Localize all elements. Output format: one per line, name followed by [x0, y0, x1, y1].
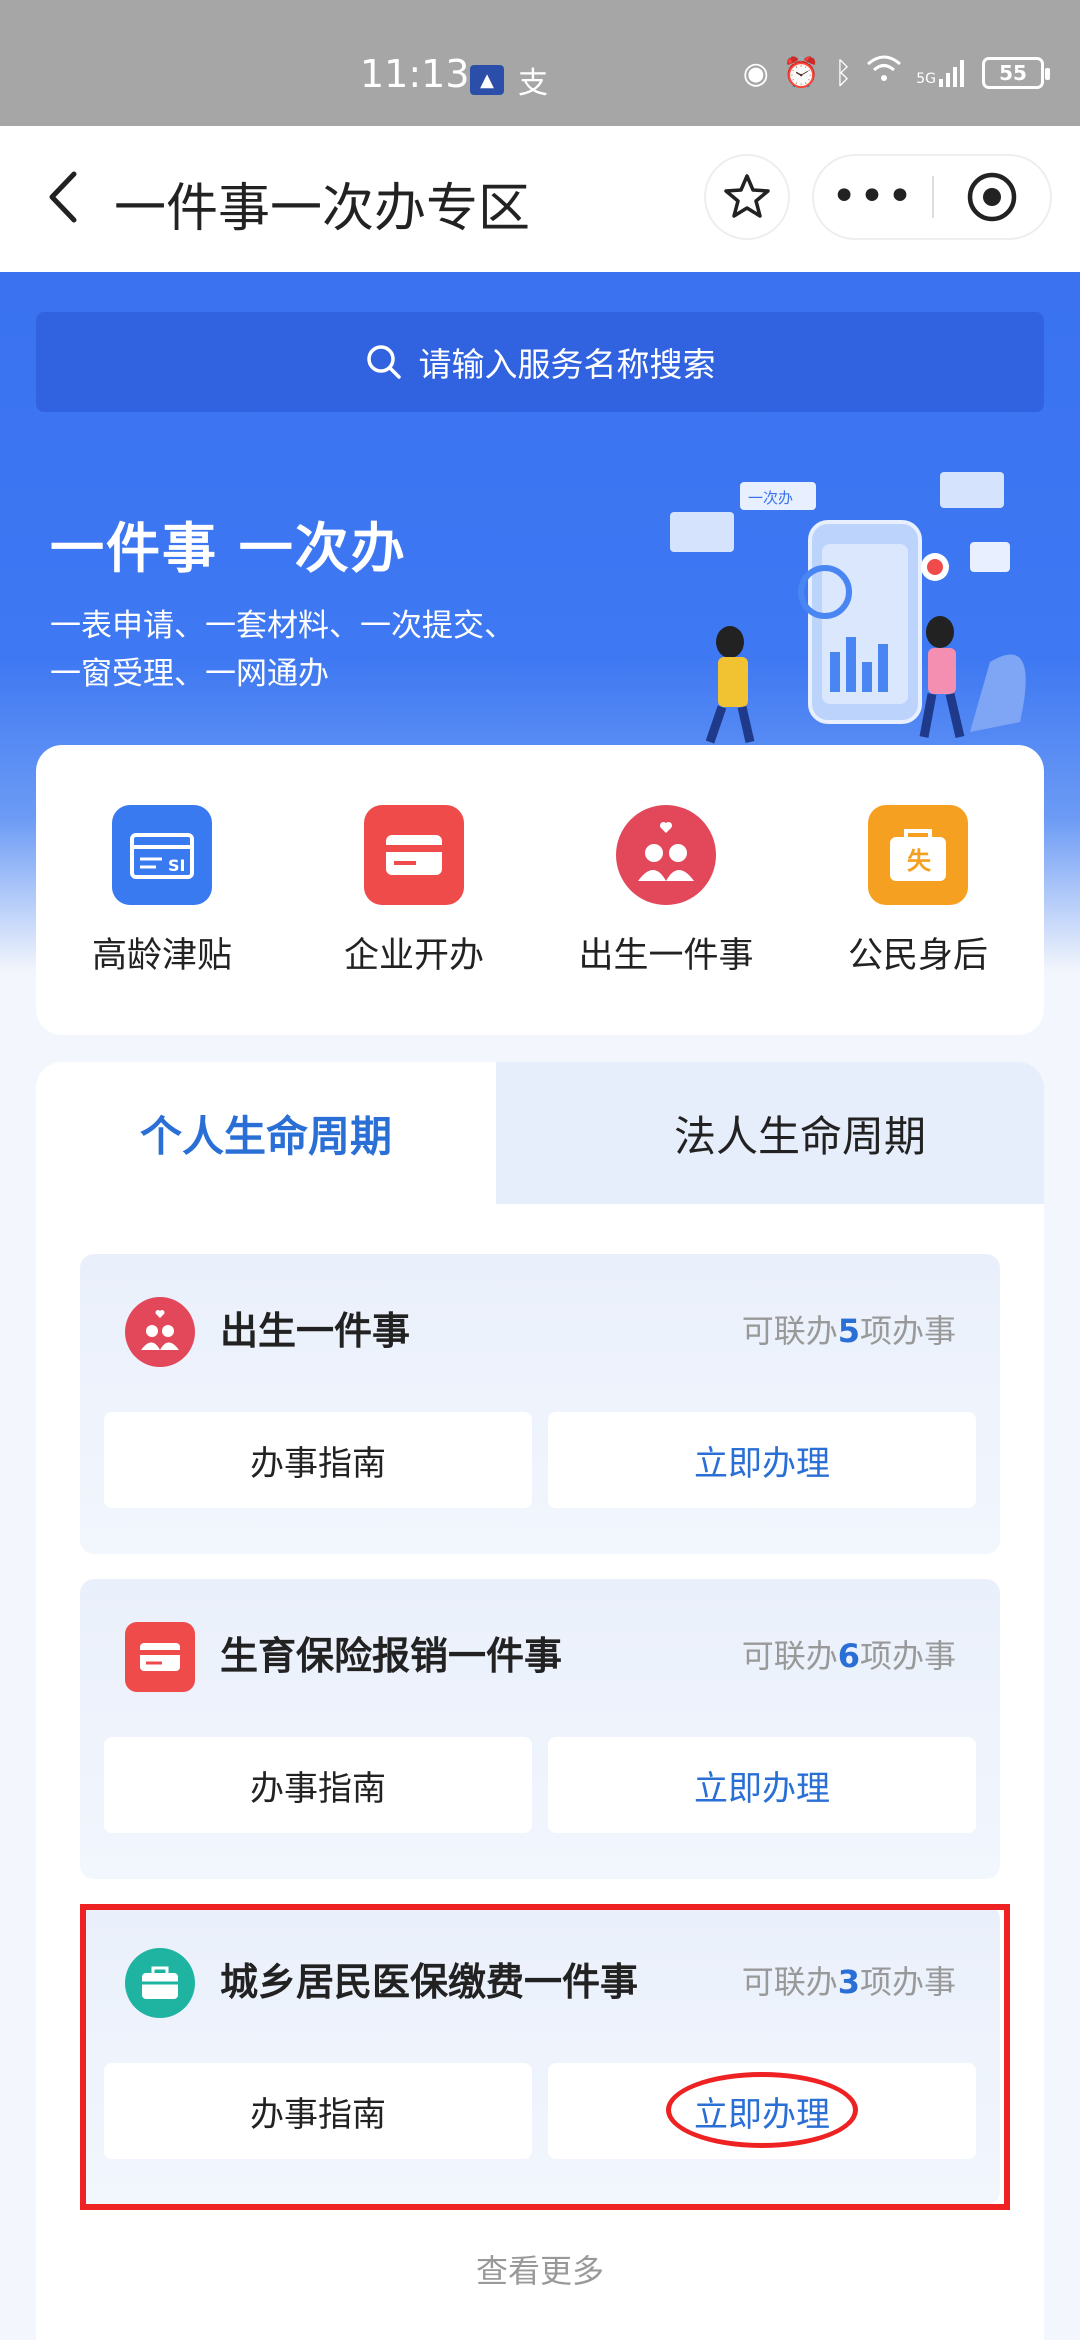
family-heart-icon: [614, 803, 718, 907]
view-more-link[interactable]: 查看更多: [0, 2246, 1080, 2292]
eye-icon: ◉: [742, 55, 769, 91]
alipay-notification-icon: 支: [518, 66, 548, 101]
matter-count: 可联办5项办事: [741, 1312, 956, 1350]
matter-card-maternity-insurance: 生育保险报销一件事 可联办6项办事 办事指南 立即办理: [80, 1579, 1000, 1879]
hero-illustration: 一次办: [670, 472, 1026, 744]
search-placeholder: 请输入服务名称搜索: [418, 345, 716, 384]
battery-indicator: 55: [982, 57, 1050, 89]
quick-services-card: SI 高龄津贴 企业开办 出生一件事 失 公民身后: [36, 745, 1044, 1035]
matter-count: 可联办6项办事: [741, 1637, 956, 1675]
briefcase-icon: [125, 1948, 195, 2018]
favorite-button[interactable]: [704, 154, 790, 240]
app-notification-icon: ▲: [470, 65, 504, 95]
back-button[interactable]: [30, 162, 100, 232]
hero-subtitle: 一表申请、一套材料、一次提交、 一窗受理、一网通办: [50, 608, 515, 692]
search-icon: [366, 345, 401, 379]
alarm-icon: ⏰: [782, 55, 821, 91]
service-label: 企业开办: [343, 935, 484, 976]
apply-now-button[interactable]: 立即办理: [548, 1737, 976, 1833]
card-si-icon: SI: [110, 803, 214, 907]
matter-card-medical-insurance-payment: 城乡居民医保缴费一件事 可联办3项办事 办事指南 立即办理: [80, 1905, 1000, 2205]
service-label: 出生一件事: [578, 935, 754, 976]
svg-text:SI: SI: [168, 856, 185, 875]
lifecycle-panel: 个人生命周期 法人生命周期 出生一件事 可联办5项办事 办事指南 立即办理 生育…: [36, 1062, 1044, 2340]
signal-icon: 5G: [916, 59, 968, 87]
page-title: 一件事一次办专区: [114, 179, 531, 239]
service-elderly-allowance[interactable]: SI 高龄津贴: [47, 803, 277, 978]
close-mini-program-button[interactable]: [934, 170, 1050, 224]
bluetooth-icon: ᛒ: [834, 55, 853, 91]
wifi-icon: [866, 54, 902, 92]
mini-program-capsule: •••: [812, 154, 1052, 240]
svg-text:失: 失: [907, 847, 932, 875]
matter-card-birth: 出生一件事 可联办5项办事 办事指南 立即办理: [80, 1254, 1000, 1554]
apply-now-button[interactable]: 立即办理: [548, 1412, 976, 1508]
guide-button[interactable]: 办事指南: [104, 2063, 532, 2159]
more-menu-button[interactable]: •••: [814, 154, 932, 240]
service-label: 公民身后: [847, 935, 988, 976]
service-birth-matter[interactable]: 出生一件事: [551, 803, 781, 978]
target-icon: [967, 172, 1017, 222]
wallet-card-icon: [125, 1622, 195, 1692]
status-time: 11:13: [360, 52, 470, 96]
tab-personal-lifecycle[interactable]: 个人生命周期: [36, 1062, 496, 1204]
bag-shi-icon: 失: [866, 803, 970, 907]
wallet-card-icon: [362, 803, 466, 907]
illustration-badge-text: 一次办: [748, 489, 793, 507]
service-citizen-after-death[interactable]: 失 公民身后: [803, 803, 1033, 978]
matter-title: 生育保险报销一件事: [220, 1634, 563, 1678]
matter-title: 出生一件事: [220, 1309, 411, 1353]
apply-now-button[interactable]: 立即办理: [548, 2063, 976, 2159]
matter-count: 可联办3项办事: [741, 1963, 956, 2001]
chevron-left-icon: [49, 171, 77, 223]
hero-title: 一件事 一次办: [50, 517, 407, 580]
family-heart-icon: [125, 1297, 195, 1367]
guide-button[interactable]: 办事指南: [104, 1412, 532, 1508]
lifecycle-tabs: 个人生命周期 法人生命周期: [36, 1062, 1044, 1204]
status-bar: 11:13 ▲ 支 ◉ ⏰ ᛒ 5G 55: [0, 0, 1080, 126]
guide-button[interactable]: 办事指南: [104, 1737, 532, 1833]
service-label: 高龄津贴: [91, 935, 232, 976]
navigation-bar: 一件事一次办专区 •••: [0, 126, 1080, 272]
service-enterprise-setup[interactable]: 企业开办: [299, 803, 529, 978]
tab-legal-lifecycle[interactable]: 法人生命周期: [556, 1062, 1044, 1204]
star-icon: [724, 174, 770, 218]
matter-title: 城乡居民医保缴费一件事: [220, 1960, 639, 2004]
search-input[interactable]: 请输入服务名称搜索: [36, 312, 1044, 412]
